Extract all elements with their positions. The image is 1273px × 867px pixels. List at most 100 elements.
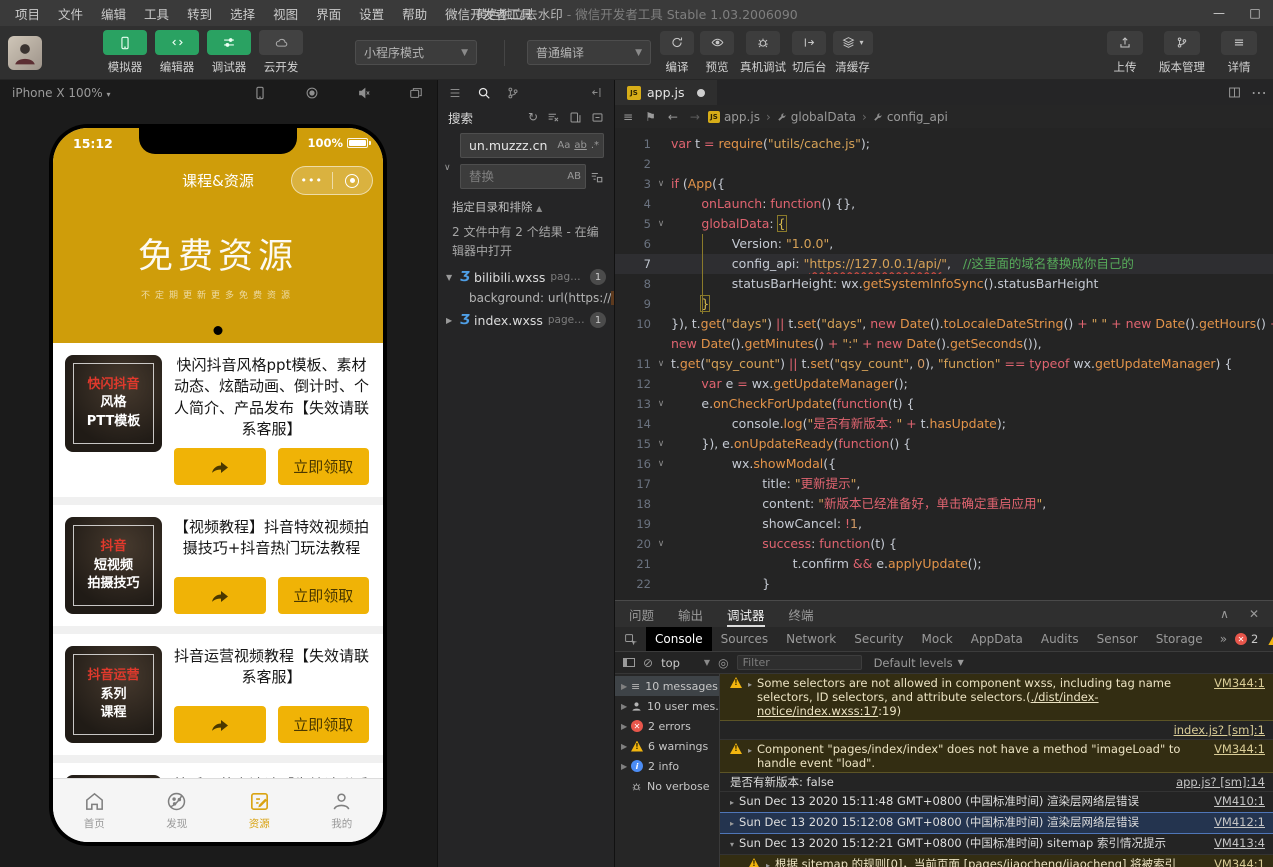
menu-item-项目[interactable]: 项目 <box>6 4 49 23</box>
fold-icon[interactable]: ∨ <box>651 174 671 194</box>
git-branch-icon[interactable] <box>506 86 520 100</box>
expander-icon[interactable]: ▸ <box>730 817 734 831</box>
console-sidebar-icon[interactable] <box>623 658 635 667</box>
devtools-tab-Sensor[interactable]: Sensor <box>1088 627 1147 651</box>
devtools-tab-Audits[interactable]: Audits <box>1032 627 1088 651</box>
clear-console-icon[interactable]: ⊘ <box>643 656 653 670</box>
context-selector[interactable]: top ▼ <box>661 656 710 670</box>
console-filter-input[interactable] <box>736 655 862 670</box>
source-location-link[interactable]: app.js? [sm]:14 <box>1162 775 1265 789</box>
error-count[interactable]: ✕ 2 <box>1235 632 1258 646</box>
toolbar-button-真机调试[interactable]: 真机调试 <box>737 30 789 75</box>
toolbar-button-版本管理[interactable]: 版本管理 <box>1151 30 1213 75</box>
toggle-replace-icon[interactable]: ∨ <box>444 163 451 173</box>
mode-dropdown[interactable]: 小程序模式 ▼ <box>355 40 477 65</box>
sound-icon[interactable] <box>357 86 371 100</box>
menu-item-文件[interactable]: 文件 <box>49 4 92 23</box>
forward-icon[interactable]: → <box>690 110 700 124</box>
source-location-link[interactable]: VM344:1 <box>1200 857 1265 867</box>
menu-item-微信开发者工具[interactable]: 微信开发者工具 <box>436 4 542 23</box>
devtools-tab-Sources[interactable]: Sources <box>712 627 777 651</box>
phone-icon[interactable] <box>253 86 267 100</box>
compile-mode-dropdown[interactable]: 普通编译 ▼ <box>527 40 651 65</box>
expander-icon[interactable]: ▸ <box>766 859 770 867</box>
claim-button[interactable]: 立即领取 <box>277 577 369 615</box>
console-filter-2 errors[interactable]: ▶ ✕ 2 errors <box>615 716 719 736</box>
collapse-all-icon[interactable] <box>591 111 604 124</box>
avatar[interactable] <box>8 35 42 70</box>
tab-首页[interactable]: 首页 <box>53 779 136 842</box>
panel-tab-输出[interactable]: 输出 <box>678 601 703 627</box>
panel-tab-问题[interactable]: 问题 <box>629 601 654 627</box>
back-icon[interactable]: ← <box>668 110 678 124</box>
fold-icon[interactable]: ∨ <box>651 394 671 414</box>
tab-app-js[interactable]: JS app.js <box>615 80 717 105</box>
menu-item-选择[interactable]: 选择 <box>221 4 264 23</box>
panel-tab-调试器[interactable]: 调试器 <box>727 601 765 627</box>
collapse-icon[interactable]: ∧ <box>1220 607 1229 621</box>
source-location-link[interactable]: VM410:1 <box>1200 794 1265 808</box>
expander-icon[interactable]: ▾ <box>730 838 734 852</box>
toolbar-button-详情[interactable]: 详情 <box>1213 30 1265 75</box>
whole-word-toggle[interactable]: ab <box>574 140 586 151</box>
replace-input[interactable] <box>467 168 568 185</box>
devtools-tab-Storage[interactable]: Storage <box>1147 627 1212 651</box>
expander-icon[interactable]: ▸ <box>730 796 734 810</box>
console-filter-10 messages[interactable]: ▶ ≡ 10 messages <box>615 676 719 696</box>
expander-icon[interactable]: ▸ <box>748 678 752 692</box>
menu-item-界面[interactable]: 界面 <box>307 4 350 23</box>
claim-button[interactable]: 立即领取 <box>277 448 369 486</box>
toolbar-button-清缓存[interactable]: ▾ 清缓存 <box>830 30 876 75</box>
source-location-link[interactable]: VM413:4 <box>1200 836 1265 850</box>
device-selector[interactable]: iPhone X 100% ▾ <box>12 86 111 100</box>
warning-count[interactable]: 6 <box>1268 632 1273 646</box>
menu-item-设置[interactable]: 设置 <box>350 4 393 23</box>
exit-button[interactable] <box>333 173 373 188</box>
fold-icon[interactable]: ∨ <box>651 534 671 554</box>
tab-我的[interactable]: 我的 <box>301 779 384 842</box>
panel-tab-终端[interactable]: 终端 <box>789 601 814 627</box>
eye-icon[interactable]: ◎ <box>718 656 728 670</box>
devtools-tab-Mock[interactable]: Mock <box>913 627 962 651</box>
toolbar-button-调试器[interactable]: 调试器 <box>203 30 255 75</box>
search-input[interactable] <box>467 137 558 154</box>
collapse-panel-icon[interactable] <box>591 86 604 99</box>
source-location-link[interactable]: VM412:1 <box>1200 815 1265 829</box>
toolbar-button-切后台[interactable]: 切后台 <box>789 30 830 75</box>
fold-icon[interactable]: ∨ <box>651 454 671 474</box>
code-editor[interactable]: 1 var t = require("utils/cache.js"); 2 3 ∨ if… <box>615 128 1273 600</box>
console-filter-6 warnings[interactable]: ▶6 warnings <box>615 736 719 756</box>
breadcrumb-item[interactable]: config_api <box>887 110 948 124</box>
search-result-file[interactable]: ▼ Ʒbilibili.wxss page... 1 <box>438 266 614 288</box>
breadcrumb-item[interactable]: app.js <box>724 110 760 124</box>
outline-icon[interactable]: ≡ <box>623 110 633 124</box>
menu-item-工具[interactable]: 工具 <box>135 4 178 23</box>
more-button[interactable]: ••• <box>292 174 332 187</box>
menu-item-转到[interactable]: 转到 <box>178 4 221 23</box>
toolbar-button-编译[interactable]: 编译 <box>657 30 697 75</box>
match-case-toggle[interactable]: Aa <box>557 140 570 151</box>
close-icon[interactable]: ✕ <box>1249 607 1259 621</box>
share-button[interactable] <box>174 577 266 615</box>
source-location-link[interactable]: index.js? [sm]:1 <box>1160 723 1265 737</box>
clear-results-icon[interactable] <box>547 111 560 124</box>
share-button[interactable] <box>174 448 266 486</box>
devtools-tab-Network[interactable]: Network <box>777 627 845 651</box>
console-filter-2 info[interactable]: ▶ i 2 info <box>615 756 719 776</box>
fold-icon[interactable]: ∨ <box>651 434 671 454</box>
more-actions-icon[interactable]: ⋯ <box>1251 83 1267 102</box>
share-button[interactable] <box>174 706 266 744</box>
explorer-icon[interactable] <box>448 86 462 100</box>
fold-icon[interactable]: ∨ <box>651 354 671 374</box>
source-link[interactable]: ./dist/index-notice/index.wxss:17 <box>757 690 1099 718</box>
tabs-overflow-icon[interactable]: » <box>1212 627 1235 651</box>
minimize-button[interactable]: — <box>1201 6 1237 20</box>
inspect-icon[interactable] <box>615 627 646 651</box>
devtools-tab-AppData[interactable]: AppData <box>962 627 1032 651</box>
search-match-line[interactable]: background: url(https://... <box>438 288 614 309</box>
open-in-editor-icon[interactable] <box>569 111 582 124</box>
console-filter-No verbose[interactable]: No verbose <box>615 776 719 796</box>
source-location-link[interactable]: VM344:1 <box>1200 742 1265 756</box>
toolbar-button-模拟器[interactable]: 模拟器 <box>99 30 151 75</box>
menu-item-帮助[interactable]: 帮助 <box>393 4 436 23</box>
